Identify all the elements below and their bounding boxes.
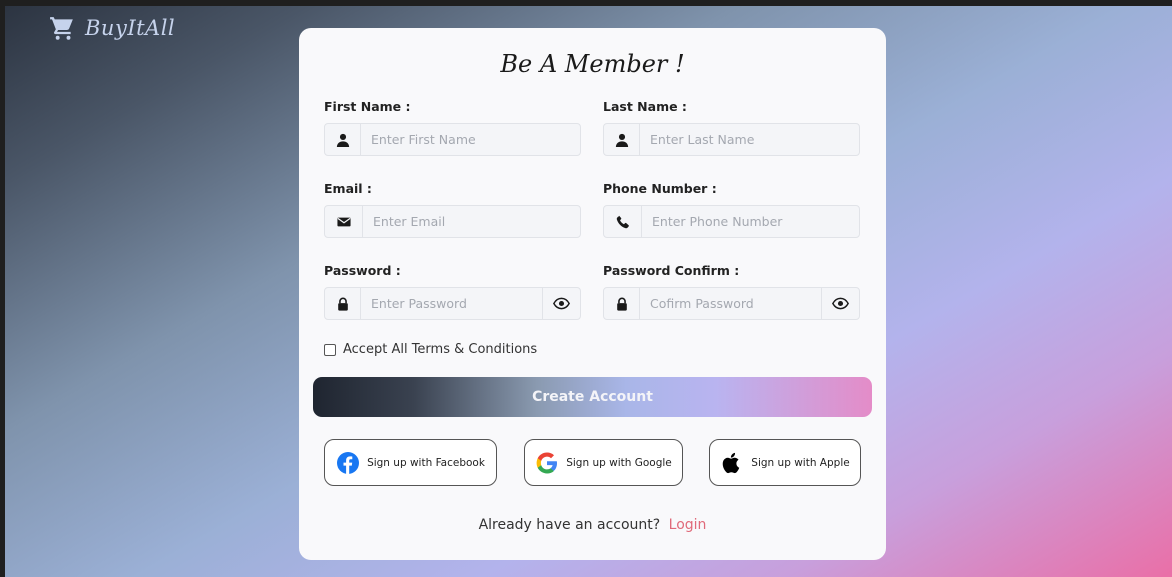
phone-box (603, 205, 860, 238)
google-signup-button[interactable]: Sign up with Google (524, 439, 683, 486)
facebook-signup-button[interactable]: Sign up with Facebook (324, 439, 497, 486)
email-field-group: Email : (324, 181, 581, 238)
facebook-icon (337, 451, 360, 474)
create-account-button[interactable]: Create Account (313, 377, 872, 417)
first-name-input[interactable] (361, 124, 580, 155)
terms-label[interactable]: Accept All Terms & Conditions (343, 342, 537, 357)
terms-checkbox[interactable] (324, 343, 336, 356)
password-box (324, 287, 581, 320)
login-row: Already have an account? Login (299, 517, 886, 533)
user-icon (604, 124, 640, 155)
lock-icon (604, 288, 640, 319)
phone-label: Phone Number : (603, 181, 717, 196)
login-prompt: Already have an account? (478, 517, 661, 533)
password-confirm-field-group: Password Confirm : (603, 263, 860, 320)
last-name-box (603, 123, 860, 156)
phone-field-group: Phone Number : (603, 181, 860, 238)
eye-icon (553, 297, 570, 310)
show-password-button[interactable] (542, 288, 580, 319)
phone-input[interactable] (642, 206, 859, 237)
email-label: Email : (324, 181, 372, 196)
brand-name: BuyItAll (85, 16, 176, 40)
show-password-confirm-button[interactable] (821, 288, 859, 319)
cart-icon (50, 17, 73, 40)
apple-signup-label: Sign up with Apple (751, 456, 850, 469)
password-confirm-label: Password Confirm : (603, 263, 740, 278)
first-name-field-group: First Name : (324, 99, 581, 156)
password-confirm-input[interactable] (640, 288, 821, 319)
email-box (324, 205, 581, 238)
last-name-field-group: Last Name : (603, 99, 860, 156)
apple-signup-button[interactable]: Sign up with Apple (709, 439, 861, 486)
google-icon (536, 452, 558, 473)
first-name-label: First Name : (324, 99, 411, 114)
password-field-group: Password : (324, 263, 581, 320)
signup-card: Be A Member ! First Name : Last Name : (299, 28, 886, 560)
last-name-input[interactable] (640, 124, 859, 155)
create-account-label: Create Account (532, 389, 653, 405)
eye-icon (832, 297, 849, 310)
password-label: Password : (324, 263, 401, 278)
google-signup-label: Sign up with Google (566, 456, 672, 469)
phone-icon (604, 206, 642, 237)
apple-icon (723, 452, 740, 473)
first-name-box (324, 123, 581, 156)
last-name-label: Last Name : (603, 99, 687, 114)
email-input[interactable] (363, 206, 580, 237)
page-background: BuyItAll Be A Member ! First Name : Last… (5, 6, 1172, 577)
login-link[interactable]: Login (669, 517, 707, 533)
facebook-signup-label: Sign up with Facebook (367, 456, 485, 469)
user-icon (325, 124, 361, 155)
envelope-icon (325, 206, 363, 237)
terms-row: Accept All Terms & Conditions (324, 342, 537, 357)
brand-logo[interactable]: BuyItAll (49, 15, 175, 41)
form-title: Be A Member ! (500, 50, 685, 78)
password-input[interactable] (361, 288, 542, 319)
password-confirm-box (603, 287, 860, 320)
lock-icon (325, 288, 361, 319)
